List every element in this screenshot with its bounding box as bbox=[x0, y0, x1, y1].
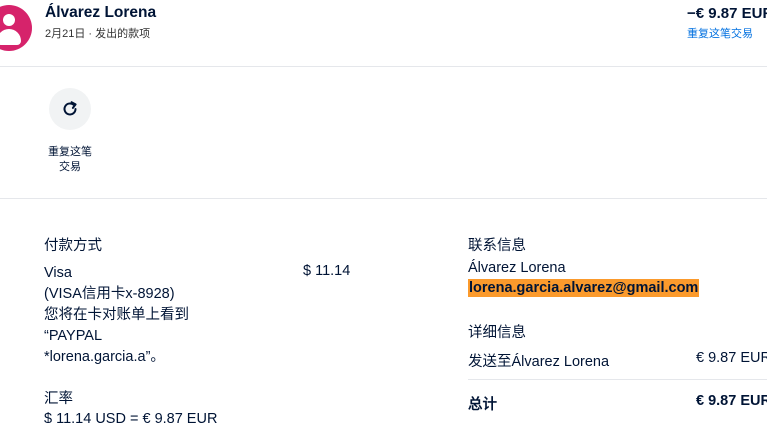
transaction-header: Álvarez Lorena 2月21日 · 发出的款项 −€ 9.87 EUR… bbox=[0, 0, 767, 67]
total-label: 总计 bbox=[468, 397, 497, 413]
repeat-transaction-link[interactable]: 重复这笔交易 bbox=[687, 25, 753, 41]
repeat-transaction-label: 重复这笔 交易 bbox=[48, 146, 92, 173]
exchange-rate-value: $ 11.14 USD = € 9.87 EUR bbox=[44, 411, 218, 423]
payment-method-details: Visa (VISA信用卡x-8928) 您将在卡对账单上看到 “PAYPAL … bbox=[44, 265, 189, 365]
sent-to-amount: € 9.87 EUR bbox=[696, 350, 767, 366]
transaction-date-type: 2月21日 · 发出的款项 bbox=[45, 28, 151, 40]
payment-amount: $ 11.14 bbox=[303, 263, 351, 279]
refresh-icon bbox=[63, 101, 77, 116]
payee-name: Álvarez Lorena bbox=[45, 4, 157, 21]
details-title: 详细信息 bbox=[468, 325, 526, 341]
contact-email[interactable]: lorena.garcia.alvarez@gmail.com bbox=[468, 279, 700, 297]
avatar-person-icon bbox=[3, 14, 15, 26]
transaction-amount: −€ 9.87 EUR bbox=[687, 5, 767, 22]
transaction-detail-page: Álvarez Lorena 2月21日 · 发出的款项 −€ 9.87 EUR… bbox=[0, 0, 767, 423]
avatar bbox=[0, 5, 32, 51]
payment-method-title: 付款方式 bbox=[44, 238, 102, 254]
exchange-rate-title: 汇率 bbox=[44, 391, 73, 407]
repeat-transaction-button[interactable] bbox=[49, 88, 91, 130]
details-divider bbox=[468, 379, 767, 380]
sent-to-label: 发送至Álvarez Lorena bbox=[468, 354, 610, 370]
total-amount: € 9.87 EUR bbox=[696, 393, 767, 409]
section-divider bbox=[0, 198, 767, 199]
contact-info-title: 联系信息 bbox=[468, 238, 526, 254]
contact-name: Álvarez Lorena bbox=[468, 260, 566, 276]
